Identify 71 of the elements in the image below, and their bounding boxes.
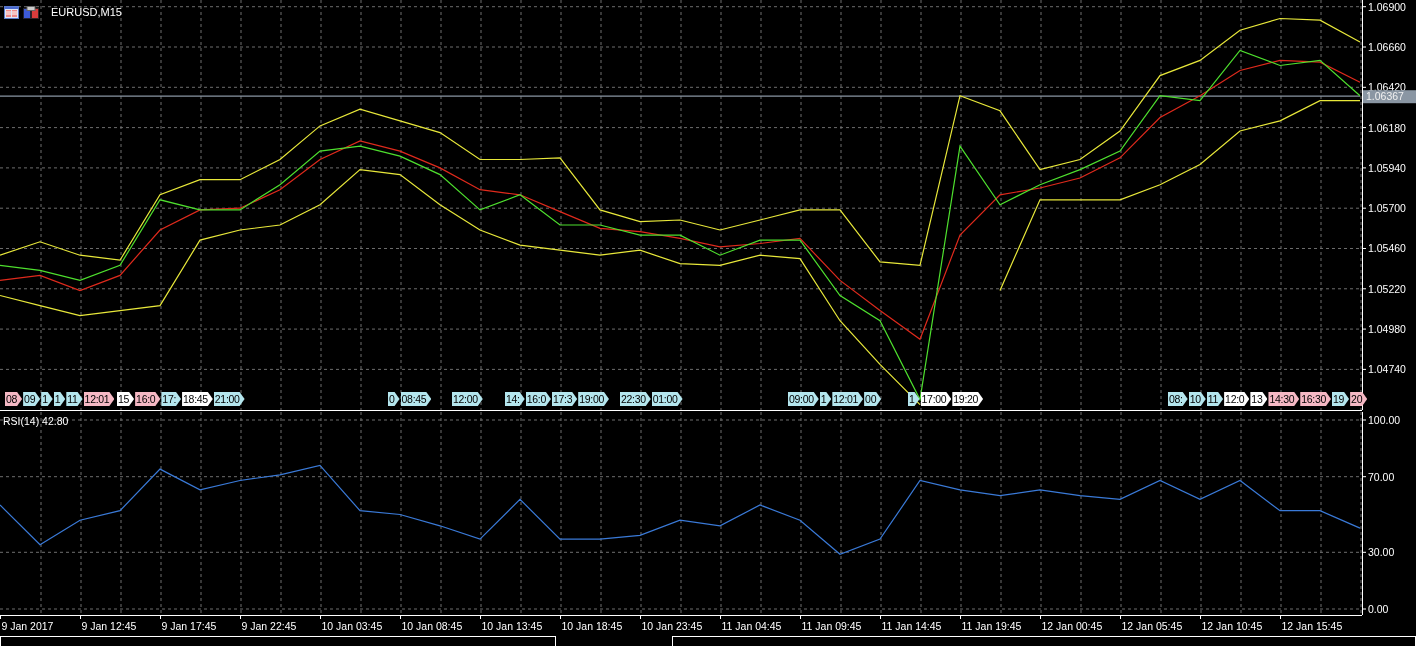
axis-label: 9 Jan 17:45 bbox=[161, 620, 217, 632]
axis-label: 1.06660 bbox=[1368, 41, 1406, 53]
bars-icon[interactable] bbox=[23, 6, 39, 19]
event-tag: 01:00 bbox=[651, 392, 683, 406]
event-tag: 16:0 bbox=[525, 392, 551, 406]
axis-label: 9 Jan 2017 bbox=[1, 620, 54, 632]
axis-label: 1.06180 bbox=[1368, 121, 1406, 134]
axis-label: 9 Jan 12:45 bbox=[81, 620, 137, 632]
event-tag: 1 bbox=[41, 392, 53, 406]
axis-label: 11 Jan 19:45 bbox=[961, 620, 1022, 632]
axis-label: 10 Jan 23:45 bbox=[641, 620, 703, 632]
event-tag: 08: bbox=[1168, 392, 1188, 406]
event-tag: 17: bbox=[161, 392, 182, 406]
event-tag: 1 bbox=[53, 392, 66, 406]
axis-label: 1.05940 bbox=[1368, 161, 1406, 174]
axis-label: 100.00 bbox=[1368, 414, 1401, 426]
event-tag: 08 bbox=[5, 392, 23, 406]
event-tag: 18:45 bbox=[182, 392, 213, 406]
axis-label: 12 Jan 15:45 bbox=[1281, 620, 1343, 632]
event-tag: 20 bbox=[1350, 392, 1368, 406]
axis-label: 1.06900 bbox=[1368, 0, 1406, 13]
axis-label: 12 Jan 00:45 bbox=[1041, 620, 1103, 632]
event-tag: 1 bbox=[908, 392, 920, 406]
axis-label: 9 Jan 22:45 bbox=[241, 620, 297, 632]
event-tag: 08:45 bbox=[400, 392, 432, 406]
event-tag: 10 bbox=[1188, 392, 1206, 406]
event-tag: 09 bbox=[23, 392, 41, 406]
axis-label: 11 Jan 09:45 bbox=[801, 620, 862, 632]
event-tag: 12:01 bbox=[83, 392, 115, 406]
axis-label: 0.00 bbox=[1368, 603, 1389, 615]
axis-label: 1.04980 bbox=[1368, 323, 1406, 336]
axis-label: 12 Jan 10:45 bbox=[1201, 620, 1263, 632]
event-tag: 12:00 bbox=[452, 392, 483, 406]
event-tag: 09:00 bbox=[788, 392, 819, 406]
event-tag: 15 bbox=[117, 392, 135, 406]
event-tag: 21:00 bbox=[213, 392, 245, 406]
axis-label: 10 Jan 03:45 bbox=[321, 620, 383, 632]
event-tag: 12:0 bbox=[1224, 392, 1250, 406]
axis-label: 10 Jan 18:45 bbox=[561, 620, 623, 632]
event-tag: 14:30 bbox=[1268, 392, 1300, 406]
event-tag: 12:01 bbox=[832, 392, 864, 406]
axis-label: 1.05700 bbox=[1368, 202, 1406, 215]
indicator-title: RSI(14) 42.80 bbox=[3, 415, 69, 428]
event-tag: 1 bbox=[819, 392, 832, 406]
window-icon[interactable] bbox=[4, 6, 19, 19]
event-tag: 22:30 bbox=[620, 392, 651, 406]
event-tag: 16:30 bbox=[1300, 392, 1331, 406]
event-tag: 17:3 bbox=[551, 392, 578, 406]
event-tag: 19:00 bbox=[578, 392, 609, 406]
event-tag: 19:20 bbox=[952, 392, 984, 406]
event-tag: 00 bbox=[864, 392, 882, 406]
axis-label: 10 Jan 13:45 bbox=[481, 620, 543, 632]
event-tag: 0 bbox=[388, 392, 400, 406]
axis-label: 70.00 bbox=[1368, 470, 1395, 483]
axis-label: 1.05220 bbox=[1368, 282, 1406, 295]
axis-label: 30.00 bbox=[1368, 546, 1395, 559]
event-tag: 11 bbox=[66, 392, 83, 406]
event-tag: 14: bbox=[505, 392, 525, 406]
axis-label: 1.05460 bbox=[1368, 242, 1406, 255]
axis-label: 12 Jan 05:45 bbox=[1121, 620, 1183, 632]
axis-label: 1.04740 bbox=[1368, 363, 1406, 376]
event-tag: 19 bbox=[1332, 392, 1350, 406]
event-tag: 17:00 bbox=[920, 392, 952, 406]
axis-label: 11 Jan 04:45 bbox=[721, 620, 782, 632]
axis-label: 10 Jan 08:45 bbox=[401, 620, 463, 632]
event-tag: 16:0 bbox=[135, 392, 161, 406]
event-tag: 11 bbox=[1206, 392, 1224, 406]
price-label: 1.06367 bbox=[1363, 90, 1416, 104]
event-tag: 13 bbox=[1250, 392, 1268, 406]
chart-title: EURUSD,M15 bbox=[51, 6, 122, 19]
axis-label: 11 Jan 14:45 bbox=[881, 620, 942, 632]
